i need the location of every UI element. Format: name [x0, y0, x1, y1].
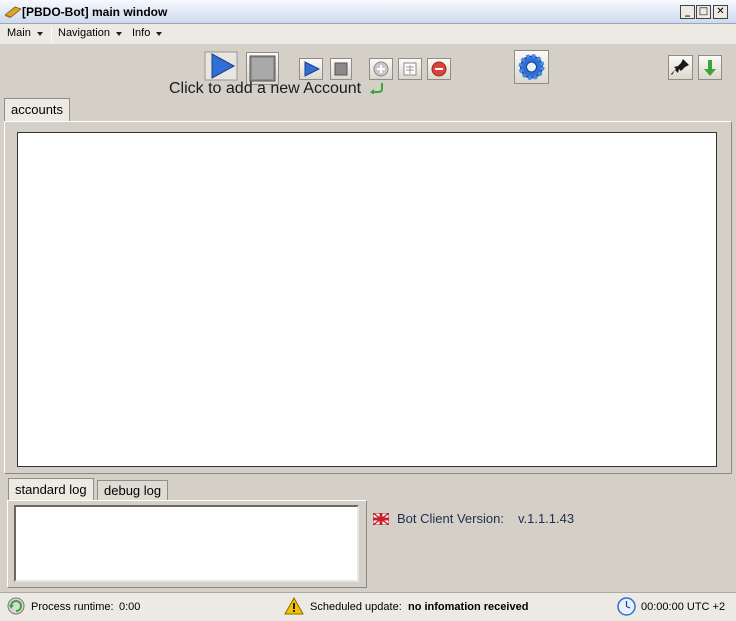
- runtime-icon: [7, 597, 25, 615]
- play-small-icon: [304, 61, 321, 77]
- warning-icon: [284, 597, 304, 615]
- start-selected-button[interactable]: [299, 58, 323, 80]
- runtime-value: 0:00: [119, 601, 141, 613]
- settings-gear-icon: [518, 54, 545, 80]
- menu-main[interactable]: Main: [7, 27, 43, 39]
- accounts-list[interactable]: [17, 132, 717, 467]
- menu-info[interactable]: Info: [132, 27, 163, 39]
- status-bar: Process runtime: 0:00 Scheduled update: …: [0, 592, 736, 621]
- tab-accounts[interactable]: accounts: [4, 98, 71, 122]
- window-title: [PBDO-Bot] main window: [22, 5, 168, 19]
- uk-flag-icon: [373, 512, 389, 525]
- stop-small-icon: [334, 62, 348, 76]
- edit-account-icon: [403, 62, 417, 76]
- menu-bar: Main Navigation Info: [0, 24, 736, 44]
- maximize-button[interactable]: □: [696, 5, 711, 19]
- remove-account-button[interactable]: [427, 58, 451, 80]
- download-arrow-icon: [704, 60, 716, 76]
- version-value: v.1.1.1.43: [517, 511, 575, 526]
- runtime-label: Process runtime:: [31, 601, 114, 613]
- add-account-button[interactable]: [369, 58, 393, 80]
- clock-value: 00:00:00 UTC +2: [641, 601, 726, 613]
- download-button[interactable]: [698, 55, 722, 80]
- pin-button[interactable]: [668, 55, 693, 80]
- edit-account-button[interactable]: [398, 58, 422, 80]
- menu-main-label: Main: [7, 27, 31, 39]
- stop-selected-button[interactable]: [330, 58, 352, 80]
- version-info: Bot Client Version: v.1.1.1.43: [373, 511, 574, 526]
- remove-account-icon: [431, 61, 447, 77]
- settings-button[interactable]: [514, 50, 549, 84]
- play-large-icon: [204, 51, 238, 81]
- start-all-button[interactable]: [204, 51, 238, 81]
- menu-navigation[interactable]: Navigation: [58, 27, 122, 39]
- add-account-hint: Click to add a new Account: [169, 80, 362, 97]
- pin-icon: [671, 59, 689, 75]
- close-button[interactable]: ✕: [713, 5, 728, 19]
- log-text-area[interactable]: [14, 505, 359, 582]
- menu-navigation-label: Navigation: [58, 27, 110, 39]
- add-account-icon: [373, 61, 389, 77]
- dropdown-arrow-icon: [115, 31, 122, 36]
- tab-debug-log[interactable]: debug log: [97, 480, 169, 501]
- update-value: no infomation received: [408, 601, 529, 613]
- version-label: Bot Client Version:: [397, 511, 504, 526]
- clock-icon: [617, 597, 636, 616]
- update-label: Scheduled update:: [310, 601, 402, 613]
- dropdown-arrow-icon: [156, 31, 163, 36]
- minimize-button[interactable]: _: [680, 5, 695, 19]
- curved-arrow-icon: [370, 83, 383, 94]
- menu-info-label: Info: [132, 27, 151, 39]
- app-logo-icon: [5, 6, 21, 18]
- dropdown-arrow-icon: [36, 31, 43, 36]
- tab-standard-log[interactable]: standard log: [8, 478, 94, 501]
- menu-separator: [51, 28, 52, 42]
- title-bar: [PBDO-Bot] main window _ □ ✕: [0, 0, 736, 24]
